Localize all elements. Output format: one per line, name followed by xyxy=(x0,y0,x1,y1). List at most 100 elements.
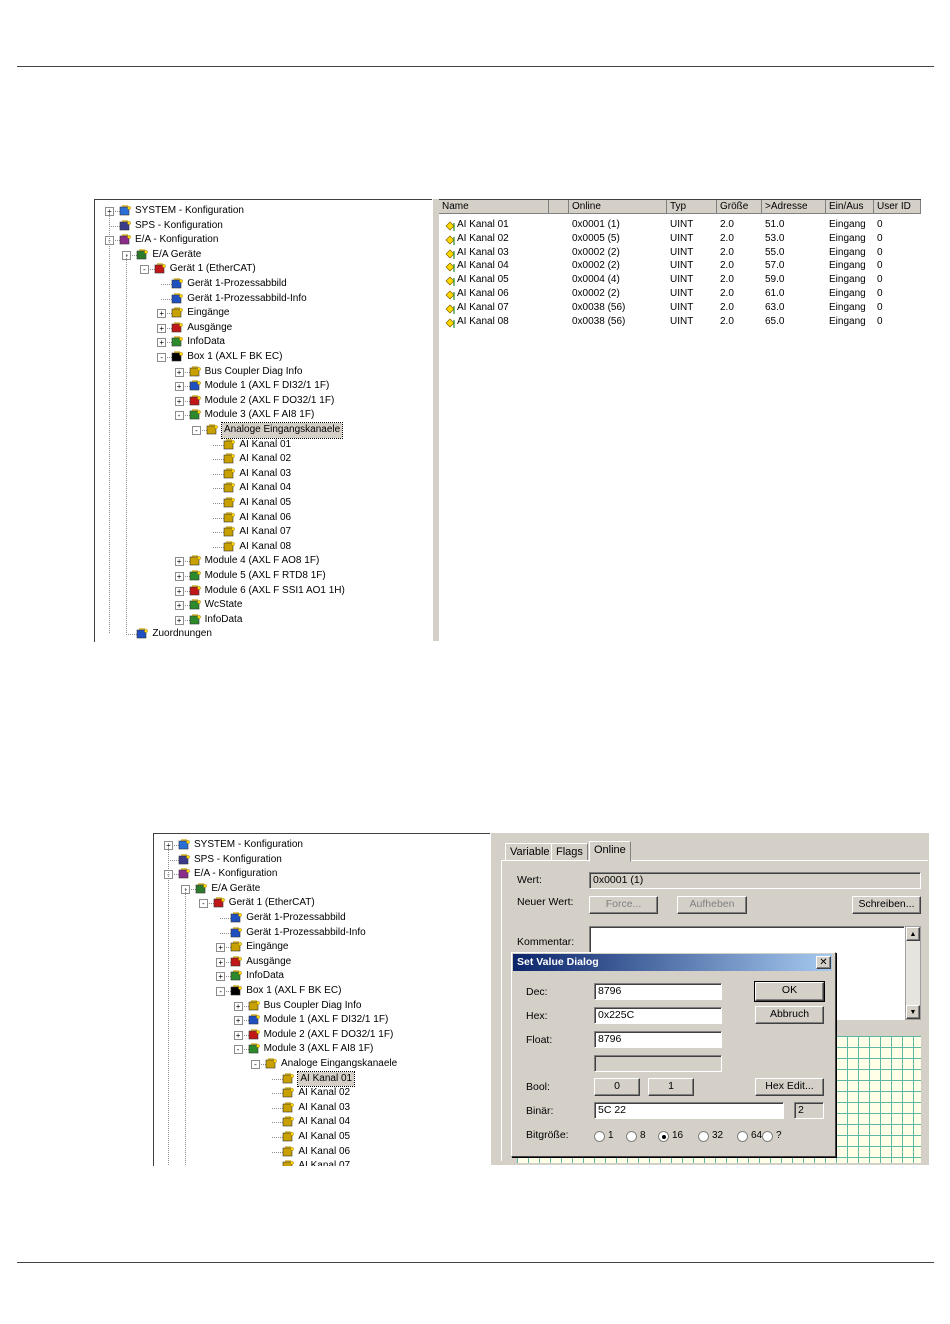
scroll-down-icon[interactable]: ▼ xyxy=(906,1005,920,1019)
expand-icon[interactable]: + xyxy=(216,972,226,982)
table-cell: AI Kanal 02 xyxy=(457,232,509,244)
expand-icon[interactable]: + xyxy=(233,1030,243,1040)
variable-input-icon xyxy=(282,1087,295,1098)
variable-input-icon xyxy=(223,497,236,508)
expand-icon[interactable]: + xyxy=(174,396,184,406)
tree-item-label: Gerät 1 (EtherCAT) xyxy=(228,897,315,909)
bit-radio-label: 8 xyxy=(640,1130,646,1141)
bool-0-button[interactable]: 0 xyxy=(594,1078,640,1096)
table-cell: 57.0 xyxy=(765,260,785,272)
collapse-icon[interactable]: - xyxy=(233,1045,243,1055)
kommentar-scrollbar[interactable]: ▲ ▼ xyxy=(905,926,921,1020)
table-cell: 0 xyxy=(877,260,883,272)
expand-icon[interactable]: + xyxy=(157,338,167,348)
tree-item-label: Eingänge xyxy=(246,941,289,953)
aufheben-button[interactable]: Aufheben xyxy=(677,896,747,914)
column-header[interactable] xyxy=(549,200,569,214)
column-header[interactable]: Name xyxy=(439,200,549,214)
binaer-input[interactable]: 5C 22 xyxy=(594,1102,784,1119)
binaer-label: Binär: xyxy=(526,1105,554,1117)
tree-item-label: Module 2 (AXL F DO32/1 1F) xyxy=(263,1028,394,1040)
bit-radio-16[interactable] xyxy=(658,1131,669,1142)
expand-icon[interactable]: + xyxy=(174,615,184,625)
expand-icon[interactable]: + xyxy=(233,1001,243,1011)
variable-input-icon xyxy=(223,526,236,537)
tree-panel-2[interactable]: + SYSTEM - Konfiguration SPS - Konfigurati… xyxy=(153,833,491,1166)
column-header[interactable]: Online xyxy=(569,200,667,214)
tree-item-label: AI Kanal 07 xyxy=(298,1160,351,1166)
tab-online[interactable]: Online xyxy=(589,841,631,862)
table-row[interactable]: AI Kanal 06 0x0002 (2) UINT 2.0 61.0 Eingang 0 xyxy=(439,287,921,301)
expand-icon[interactable]: + xyxy=(174,572,184,581)
bit-radio-1[interactable] xyxy=(594,1131,605,1142)
collapse-icon[interactable]: - xyxy=(157,353,167,362)
table-row[interactable]: AI Kanal 03 0x0002 (2) UINT 2.0 55.0 Eingang 0 xyxy=(439,246,921,260)
collapse-icon[interactable]: - xyxy=(192,426,201,435)
table-row[interactable]: AI Kanal 05 0x0004 (4) UINT 2.0 59.0 Eingang 0 xyxy=(439,273,921,287)
variables-table[interactable]: Name Online Typ Größe >Adresse Ein/Aus User ID… xyxy=(439,199,921,642)
scroll-up-icon[interactable]: ▲ xyxy=(906,927,920,941)
table-row[interactable]: AI Kanal 02 0x0005 (5) UINT 2.0 53.0 Eingang 0 xyxy=(439,232,921,246)
dec-input[interactable]: 8796 xyxy=(594,983,722,1000)
tree-item-label: AI Kanal 02 xyxy=(298,1087,351,1099)
expand-icon[interactable]: + xyxy=(157,323,167,333)
ok-button[interactable]: OK xyxy=(754,981,825,1002)
expand-icon[interactable]: + xyxy=(174,601,184,611)
tab-variable[interactable]: Variable xyxy=(505,843,555,860)
expand-icon[interactable]: + xyxy=(216,957,226,967)
force-button[interactable]: Force... xyxy=(589,896,658,914)
abbruch-button[interactable]: Abbruch xyxy=(755,1006,824,1024)
collapse-icon[interactable]: - xyxy=(251,1060,260,1069)
bit-radio-label: 32 xyxy=(712,1130,724,1141)
bit-radio-64[interactable] xyxy=(737,1131,748,1142)
expand-icon[interactable]: + xyxy=(174,367,184,377)
float-input[interactable]: 8796 xyxy=(594,1031,722,1048)
table-cell: 2.0 xyxy=(720,274,734,286)
hex-input[interactable]: 0x225C xyxy=(594,1007,722,1024)
table-cell: 61.0 xyxy=(765,288,785,299)
hex-edit-button[interactable]: Hex Edit... xyxy=(755,1078,824,1096)
collapse-icon[interactable]: - xyxy=(216,987,226,996)
expand-icon[interactable]: + xyxy=(157,309,167,319)
collapse-icon[interactable]: - xyxy=(139,265,149,275)
expand-icon[interactable]: + xyxy=(174,557,184,567)
expand-icon[interactable]: + xyxy=(216,943,226,953)
expand-icon[interactable]: + xyxy=(174,382,184,392)
column-header[interactable]: Typ xyxy=(667,200,717,214)
table-cell: 0x0038 (56) xyxy=(572,301,626,313)
table-cell: AI Kanal 06 xyxy=(457,288,509,299)
bit-radio-8[interactable] xyxy=(626,1131,637,1142)
column-header[interactable]: >Adresse xyxy=(762,200,826,214)
bool-1-button[interactable]: 1 xyxy=(648,1078,694,1096)
module-ssi-icon xyxy=(189,584,201,596)
table-row[interactable]: AI Kanal 08 0x0038 (56) UINT 2.0 65.0 Eingang… xyxy=(439,315,921,329)
tree-panel-1[interactable]: + SYSTEM - Konfiguration SPS - Konfigurati… xyxy=(94,199,437,642)
tree-item-label: InfoData xyxy=(204,613,243,625)
module-do-icon xyxy=(189,395,201,406)
tab-flags[interactable]: Flags xyxy=(551,843,588,860)
table-cell: 0 xyxy=(877,301,883,313)
table-cell: 0x0002 (2) xyxy=(572,260,620,272)
tree-item-label: AI Kanal 05 xyxy=(298,1131,351,1142)
schreiben-button[interactable]: Schreiben... xyxy=(852,896,921,914)
table-row[interactable]: AI Kanal 04 0x0002 (2) UINT 2.0 57.0 Eingang 0 xyxy=(439,259,921,273)
column-header[interactable]: Größe xyxy=(717,200,762,214)
column-header[interactable]: User ID xyxy=(874,200,921,214)
collapse-icon[interactable]: - xyxy=(174,411,184,421)
expand-icon[interactable]: + xyxy=(233,1016,243,1026)
collapse-icon[interactable]: - xyxy=(198,899,208,909)
variable-input-icon xyxy=(223,511,236,523)
table-cell: UINT xyxy=(670,219,694,230)
dialog-title-bar[interactable]: Set Value Dialog ✕ xyxy=(513,954,832,971)
expand-icon[interactable]: + xyxy=(174,586,184,596)
table-cell: 2.0 xyxy=(720,246,734,258)
bit-radio-custom[interactable] xyxy=(762,1131,773,1142)
close-icon[interactable]: ✕ xyxy=(816,956,831,969)
tree-guide-line xyxy=(126,253,128,634)
bit-radio-32[interactable] xyxy=(698,1131,709,1142)
table-row[interactable]: AI Kanal 07 0x0038 (56) UINT 2.0 63.0 Eingang… xyxy=(439,301,921,315)
variable-input-icon xyxy=(223,468,236,479)
binaer-size-field: 2 xyxy=(794,1102,824,1119)
table-row[interactable]: AI Kanal 01 0x0001 (1) UINT 2.0 51.0 Eingang 0 xyxy=(439,218,921,232)
column-header[interactable]: Ein/Aus xyxy=(826,200,874,214)
